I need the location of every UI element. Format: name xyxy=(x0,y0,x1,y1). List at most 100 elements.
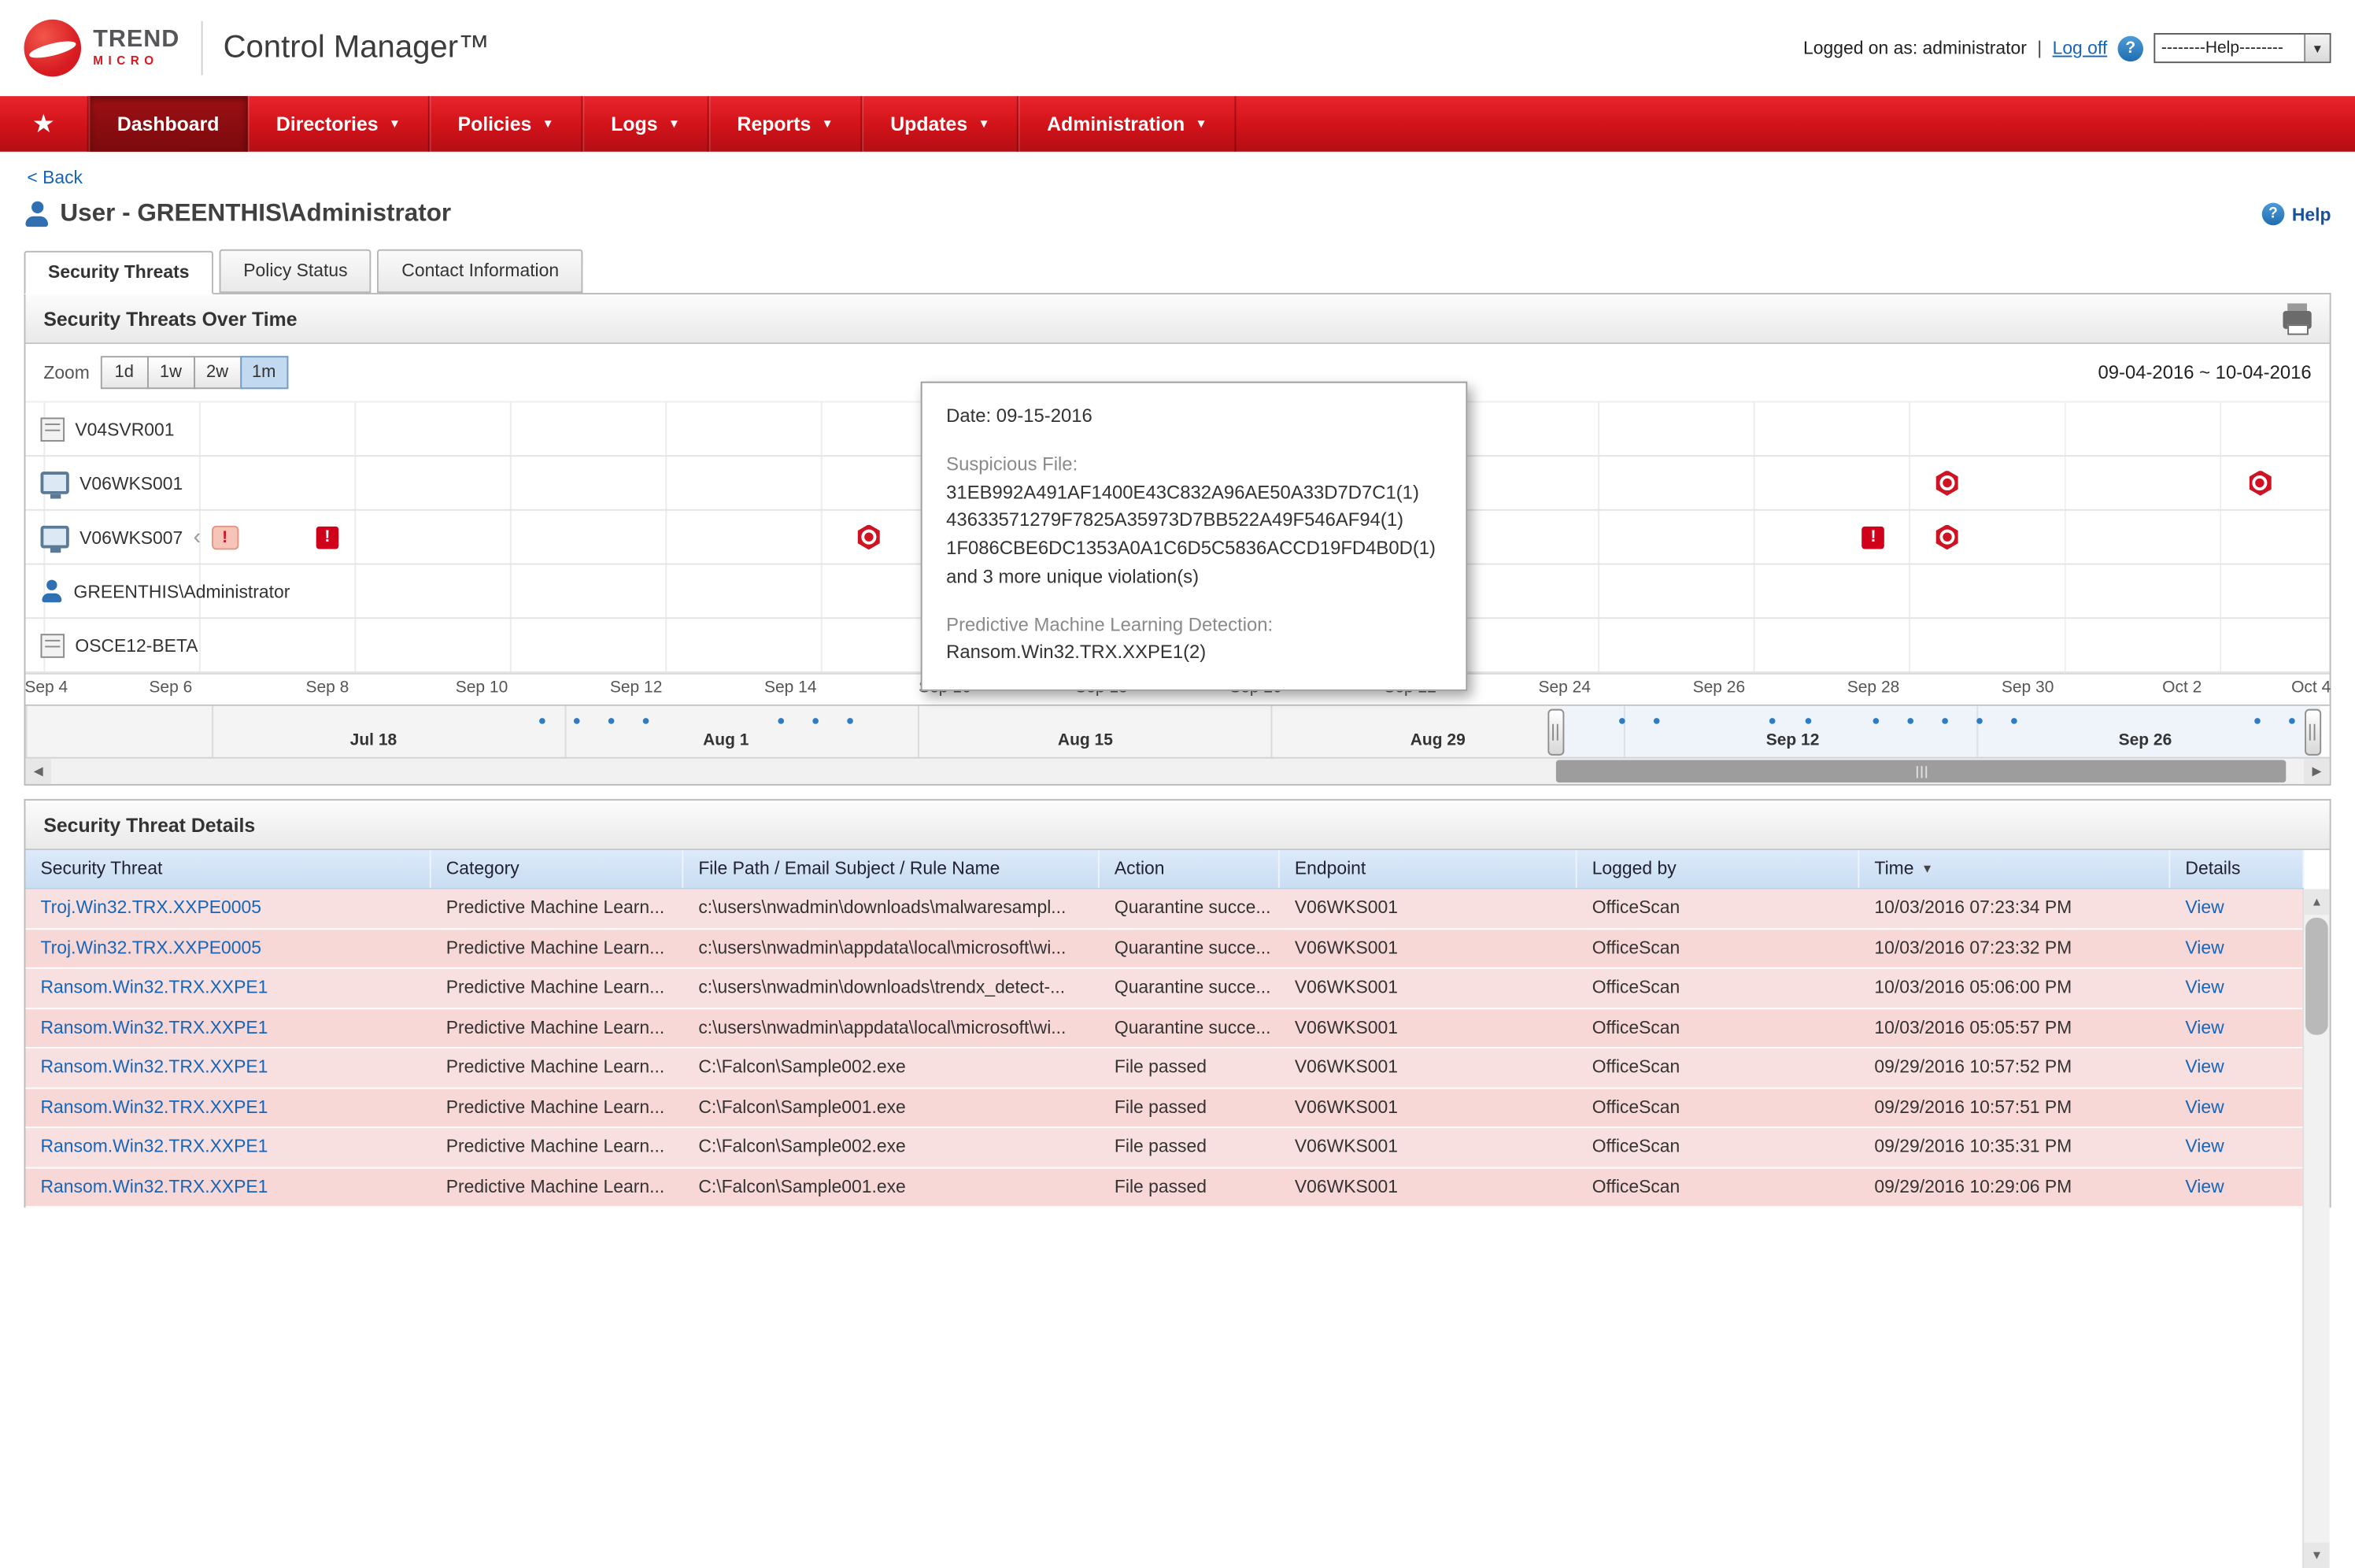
category-cell: Predictive Machine Learn... xyxy=(431,1008,684,1047)
zoom-label: Zoom xyxy=(43,362,90,383)
col-file-path[interactable]: File Path / Email Subject / Rule Name xyxy=(683,850,1100,888)
col-time-label: Time xyxy=(1874,850,1913,888)
view-details-link[interactable]: View xyxy=(2170,1168,2304,1207)
nav-item[interactable]: Administration xyxy=(1019,96,1236,152)
threat-name-link[interactable]: Ransom.Win32.TRX.XXPE1 xyxy=(25,1128,431,1167)
col-time[interactable]: Time xyxy=(1859,850,2170,888)
help-circle-icon xyxy=(2262,203,2285,226)
help-link[interactable]: Help xyxy=(2292,204,2331,225)
nav-item[interactable]: Directories xyxy=(248,96,430,152)
table-row: Ransom.Win32.TRX.XXPE1 Predictive Machin… xyxy=(25,1128,2304,1168)
nav-item[interactable]: Reports xyxy=(708,96,862,152)
horizontal-scroll-thumb[interactable] xyxy=(1555,760,2286,783)
col-action[interactable]: Action xyxy=(1100,850,1280,888)
view-details-link[interactable]: View xyxy=(2170,969,2304,1008)
threat-table: Security Threat Category File Path / Ema… xyxy=(25,850,2329,1207)
range-selector[interactable]: Jul 18 Aug 1 Aug 15 Aug 29 Sep 12 Sep 26 xyxy=(25,704,2329,757)
brand-divider xyxy=(201,21,202,76)
scroll-right-arrow-icon[interactable] xyxy=(2304,759,2329,784)
time-cell: 09/29/2016 10:29:06 PM xyxy=(1859,1168,2170,1207)
alert-icon[interactable] xyxy=(1862,526,1885,549)
threat-name-link[interactable]: Ransom.Win32.TRX.XXPE1 xyxy=(25,1008,431,1047)
virus-detection-icon[interactable] xyxy=(856,524,882,549)
category-cell: Predictive Machine Learn... xyxy=(431,969,684,1008)
event-dot xyxy=(2290,718,2296,724)
chevron-down-icon xyxy=(542,117,554,131)
tab[interactable]: Contact Information xyxy=(378,250,583,293)
alert-icon[interactable] xyxy=(316,526,339,549)
scroll-down-arrow-icon[interactable] xyxy=(2304,1543,2329,1568)
col-logged-by[interactable]: Logged by xyxy=(1577,850,1860,888)
tooltip-hash: 43633571279F7825A35973D7BB522A49F546AF94… xyxy=(946,507,1442,535)
threat-name-link[interactable]: Ransom.Win32.TRX.XXPE1 xyxy=(25,1048,431,1087)
details-panel-header: Security Threat Details xyxy=(25,801,2329,850)
threat-name-link[interactable]: Ransom.Win32.TRX.XXPE1 xyxy=(25,1088,431,1126)
col-endpoint[interactable]: Endpoint xyxy=(1280,850,1577,888)
tab[interactable]: Security Threats xyxy=(24,251,214,294)
range-handle-right[interactable] xyxy=(2305,709,2322,756)
nav-item[interactable]: Updates xyxy=(862,96,1019,152)
workstation-icon xyxy=(41,526,69,549)
help-circle-icon[interactable] xyxy=(2118,35,2143,61)
endpoint-cell: V06WKS001 xyxy=(1280,969,1577,1008)
zoom-option-button[interactable]: 1d xyxy=(100,356,148,389)
horizontal-scrollbar[interactable] xyxy=(25,757,2329,784)
brand-line2: MICRO xyxy=(93,56,179,68)
file-path-cell: C:\Falcon\Sample001.exe xyxy=(683,1168,1100,1207)
threat-name-link[interactable]: Ransom.Win32.TRX.XXPE1 xyxy=(25,969,431,1008)
nav-item[interactable]: Logs xyxy=(582,96,708,152)
threat-name-link[interactable]: Troj.Win32.TRX.XXPE0005 xyxy=(25,929,431,967)
col-details[interactable]: Details xyxy=(2170,850,2304,888)
zoom-group: 1d 1w 2w 1m xyxy=(102,356,288,389)
category-cell: Predictive Machine Learn... xyxy=(431,1088,684,1126)
view-details-link[interactable]: View xyxy=(2170,1128,2304,1167)
log-off-link[interactable]: Log off xyxy=(2053,38,2108,59)
virus-detection-icon[interactable] xyxy=(1934,524,1959,549)
event-dot xyxy=(1806,718,1812,724)
help-select[interactable]: --------Help-------- xyxy=(2154,33,2331,63)
time-cell: 10/03/2016 05:06:00 PM xyxy=(1859,969,2170,1008)
favorites-star-tab[interactable] xyxy=(0,96,89,152)
range-date-label: Aug 15 xyxy=(1058,731,1113,749)
virus-detection-icon[interactable] xyxy=(2248,470,2273,495)
view-details-link[interactable]: View xyxy=(2170,1088,2304,1126)
zoom-option-button[interactable]: 1w xyxy=(146,356,194,389)
scroll-left-arrow-icon[interactable] xyxy=(25,759,50,784)
nav-item[interactable]: Policies xyxy=(429,96,582,152)
tooltip-more: and 3 more unique violation(s) xyxy=(946,563,1442,591)
event-dot xyxy=(2255,718,2261,724)
chevron-left-icon[interactable] xyxy=(194,526,201,549)
back-link[interactable]: < Back xyxy=(27,167,83,188)
axis-date-label: Sep 26 xyxy=(1693,679,1746,697)
axis-date-label: Oct 4 xyxy=(2291,679,2331,697)
logged-by-cell: OfficeScan xyxy=(1577,1088,1860,1126)
view-details-link[interactable]: View xyxy=(2170,1048,2304,1087)
zoom-option-button[interactable]: 2w xyxy=(194,356,242,389)
view-details-link[interactable]: View xyxy=(2170,1008,2304,1047)
view-details-link[interactable]: View xyxy=(2170,889,2304,928)
category-cell: Predictive Machine Learn... xyxy=(431,929,684,967)
virus-detection-icon[interactable] xyxy=(1934,470,1959,495)
user-icon xyxy=(41,580,64,603)
col-security-threat[interactable]: Security Threat xyxy=(25,850,431,888)
print-icon[interactable] xyxy=(2283,311,2311,329)
vertical-scroll-thumb[interactable] xyxy=(2305,918,2328,1035)
page-help[interactable]: Help xyxy=(2262,203,2331,226)
view-details-link[interactable]: View xyxy=(2170,929,2304,967)
col-category[interactable]: Category xyxy=(431,850,684,888)
logged-by-cell: OfficeScan xyxy=(1577,1128,1860,1167)
action-cell: Quarantine succe... xyxy=(1100,1008,1280,1047)
nav-item[interactable]: Dashboard xyxy=(89,96,248,152)
tab[interactable]: Policy Status xyxy=(220,250,372,293)
endpoint-cell: V06WKS001 xyxy=(1280,1008,1577,1047)
threat-name-link[interactable]: Troj.Win32.TRX.XXPE0005 xyxy=(25,889,431,928)
threat-name-link[interactable]: Ransom.Win32.TRX.XXPE1 xyxy=(25,1168,431,1207)
user-icon xyxy=(24,202,50,227)
vertical-scrollbar[interactable] xyxy=(2302,889,2329,1568)
overflow-alert-icon[interactable] xyxy=(212,525,238,549)
zoom-option-button[interactable]: 1m xyxy=(240,356,288,389)
sort-desc-icon xyxy=(1921,850,1933,888)
scroll-up-arrow-icon[interactable] xyxy=(2304,889,2329,915)
axis-date-label: Sep 8 xyxy=(305,679,349,697)
range-handle-left[interactable] xyxy=(1547,709,1564,756)
